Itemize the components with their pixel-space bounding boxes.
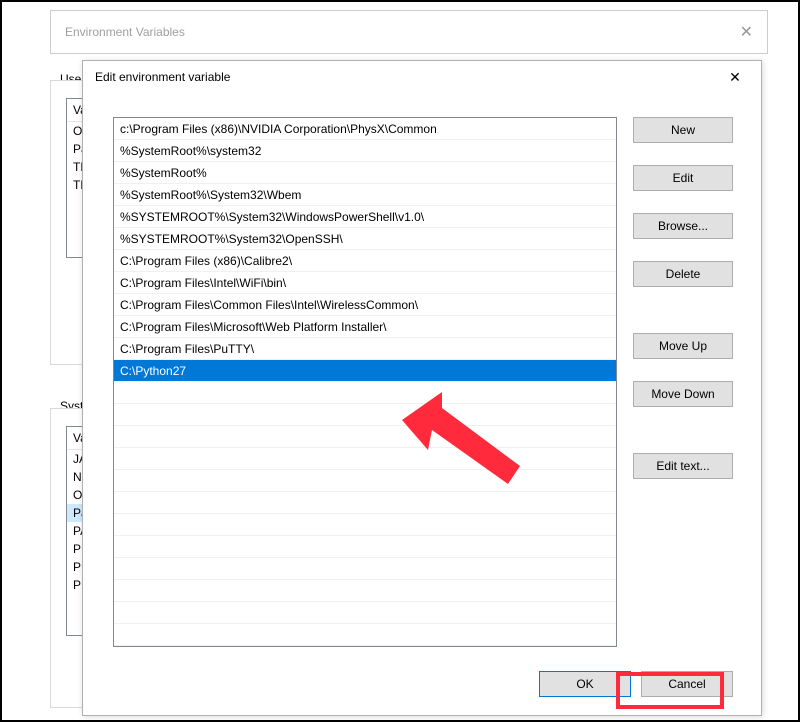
- path-row[interactable]: [114, 448, 616, 470]
- path-listbox[interactable]: c:\Program Files (x86)\NVIDIA Corporatio…: [113, 117, 617, 647]
- path-row[interactable]: c:\Program Files (x86)\NVIDIA Corporatio…: [114, 118, 616, 140]
- parent-dialog-titlebar: Environment Variables ✕: [50, 10, 768, 54]
- dialog-footer: OK Cancel: [83, 657, 761, 715]
- path-row[interactable]: [114, 382, 616, 404]
- path-row[interactable]: C:\Program Files\Common Files\Intel\Wire…: [114, 294, 616, 316]
- path-row[interactable]: [114, 404, 616, 426]
- edit-env-var-dialog: Edit environment variable ✕ c:\Program F…: [82, 60, 762, 716]
- edit-text-button[interactable]: Edit text...: [633, 453, 733, 479]
- path-row[interactable]: [114, 558, 616, 580]
- path-row[interactable]: [114, 514, 616, 536]
- side-button-panel: New Edit Browse... Delete Move Up Move D…: [633, 117, 733, 657]
- browse-button[interactable]: Browse...: [633, 213, 733, 239]
- delete-button[interactable]: Delete: [633, 261, 733, 287]
- path-row[interactable]: [114, 492, 616, 514]
- path-row[interactable]: [114, 426, 616, 448]
- path-row[interactable]: %SystemRoot%\System32\Wbem: [114, 184, 616, 206]
- ok-button[interactable]: OK: [539, 671, 631, 697]
- path-row[interactable]: C:\Program Files\Intel\WiFi\bin\: [114, 272, 616, 294]
- path-row[interactable]: C:\Program Files\Microsoft\Web Platform …: [114, 316, 616, 338]
- path-row[interactable]: C:\Program Files\PuTTY\: [114, 338, 616, 360]
- path-row[interactable]: %SYSTEMROOT%\System32\WindowsPowerShell\…: [114, 206, 616, 228]
- edit-button[interactable]: Edit: [633, 165, 733, 191]
- path-row[interactable]: %SystemRoot%: [114, 162, 616, 184]
- path-row[interactable]: C:\Program Files (x86)\Calibre2\: [114, 250, 616, 272]
- move-up-button[interactable]: Move Up: [633, 333, 733, 359]
- cancel-button[interactable]: Cancel: [641, 671, 733, 697]
- dialog-title: Edit environment variable: [95, 70, 713, 84]
- path-row[interactable]: %SystemRoot%\system32: [114, 140, 616, 162]
- path-row[interactable]: %SYSTEMROOT%\System32\OpenSSH\: [114, 228, 616, 250]
- parent-dialog-title: Environment Variables: [65, 25, 740, 39]
- path-row[interactable]: [114, 536, 616, 558]
- dialog-titlebar: Edit environment variable ✕: [83, 61, 761, 93]
- path-row[interactable]: [114, 602, 616, 624]
- move-down-button[interactable]: Move Down: [633, 381, 733, 407]
- close-icon[interactable]: ✕: [713, 63, 757, 91]
- path-row[interactable]: [114, 580, 616, 602]
- new-button[interactable]: New: [633, 117, 733, 143]
- path-row[interactable]: [114, 624, 616, 646]
- path-row[interactable]: [114, 470, 616, 492]
- path-row[interactable]: C:\Python27: [114, 360, 616, 382]
- parent-close-icon[interactable]: ✕: [740, 22, 753, 42]
